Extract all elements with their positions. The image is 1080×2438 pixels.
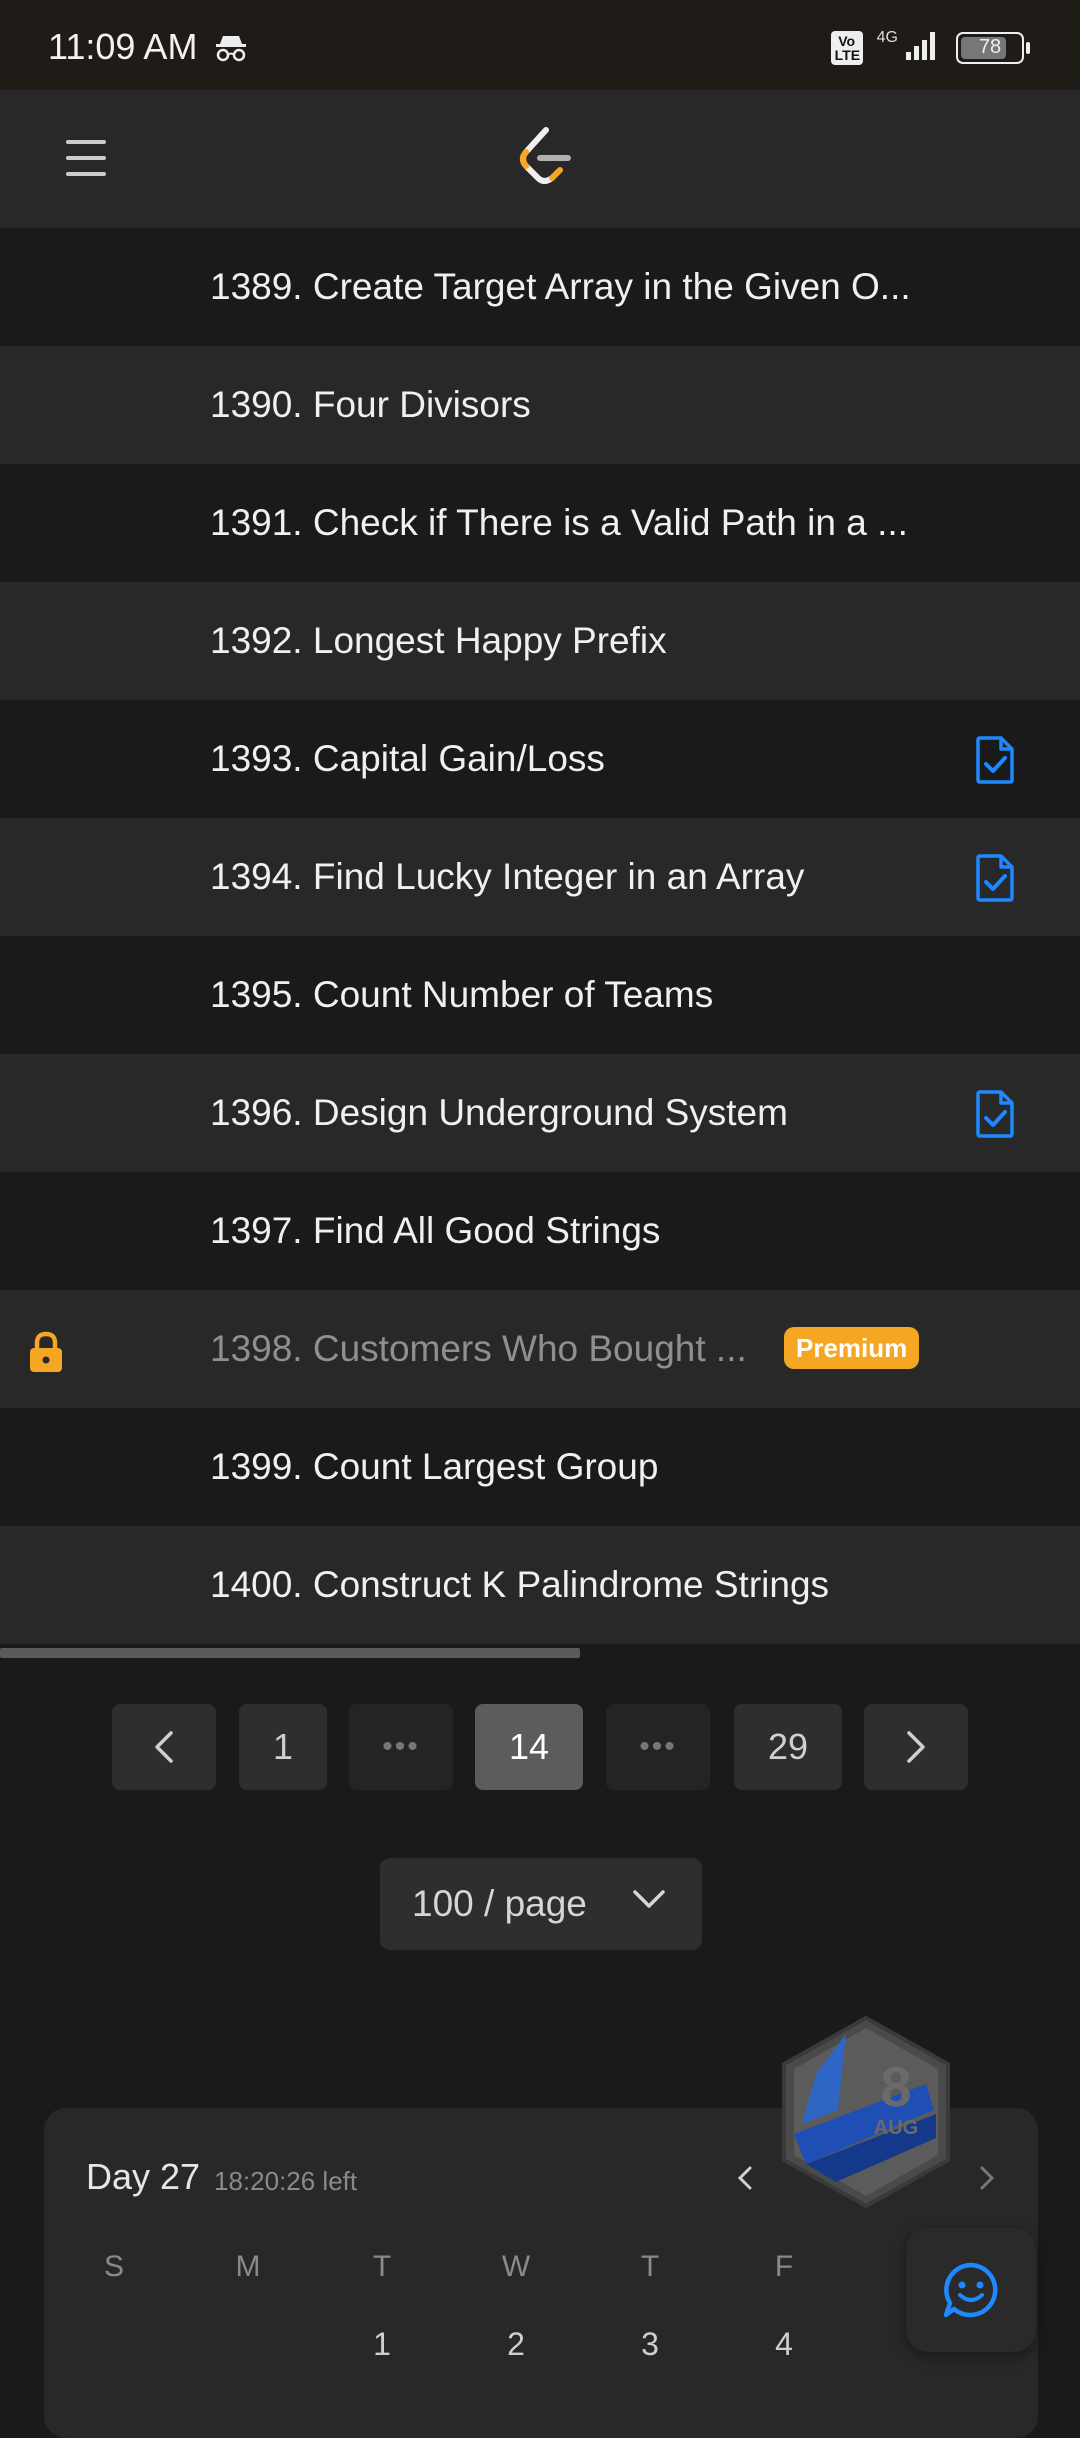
network-type: 4G	[876, 28, 898, 46]
app-bar	[0, 90, 1080, 228]
weekday-label: T	[640, 2250, 660, 2283]
page-1-button[interactable]: 1	[239, 1704, 327, 1790]
problem-title: 1399. Count Largest Group	[210, 1446, 659, 1487]
problem-row[interactable]: 1400. Construct K Palindrome Strings	[0, 1526, 1080, 1644]
badge-day: 8	[880, 2055, 911, 2118]
chevron-right-icon	[907, 1731, 925, 1763]
jump-forward-button[interactable]: •••	[606, 1704, 710, 1790]
solution-icon[interactable]	[974, 854, 1016, 907]
page-current-button[interactable]: 14	[475, 1704, 583, 1790]
problem-row[interactable]: 1396. Design Underground System	[0, 1054, 1080, 1172]
calendar-date[interactable]: 4	[754, 2326, 814, 2363]
calendar-next-month-button[interactable]	[978, 2164, 996, 2197]
jump-back-button[interactable]: •••	[349, 1704, 453, 1790]
weekday-label: M	[235, 2250, 261, 2283]
premium-badge: Premium	[784, 1327, 920, 1369]
solution-icon[interactable]	[974, 1090, 1016, 1143]
lock-icon	[26, 1330, 66, 1379]
feedback-chat-button[interactable]	[906, 2228, 1036, 2352]
weekday-label: F	[774, 2250, 794, 2283]
problem-row[interactable]: 1389. Create Target Array in the Given O…	[0, 228, 1080, 346]
problem-row[interactable]: 1395. Count Number of Teams	[0, 936, 1080, 1054]
chevron-left-icon	[155, 1731, 173, 1763]
signal-icon	[902, 30, 942, 65]
problem-title: 1397. Find All Good Strings	[210, 1210, 661, 1251]
calendar-prev-month-button[interactable]	[736, 2164, 754, 2197]
chevron-right-icon	[980, 2166, 995, 2190]
hamburger-menu-icon[interactable]	[66, 140, 106, 176]
prev-page-button[interactable]	[112, 1704, 216, 1790]
weekday-label: S	[103, 2250, 124, 2283]
problem-title: 1389. Create Target Array in the Given O…	[210, 266, 911, 307]
problem-row[interactable]: 1397. Find All Good Strings	[0, 1172, 1080, 1290]
problem-row[interactable]: 1393. Capital Gain/Loss	[0, 700, 1080, 818]
weekday-label: T	[372, 2250, 392, 2283]
smiley-chat-icon	[943, 2262, 998, 2318]
horizontal-scrollbar[interactable]	[0, 1648, 1080, 1658]
problem-row[interactable]: 1390. Four Divisors	[0, 346, 1080, 464]
badge-month: AUG	[874, 2117, 918, 2139]
weekday-label: W	[501, 2250, 531, 2283]
calendar-time-left: 18:20:26 left	[214, 2166, 358, 2196]
page-size-label: 100 / page	[412, 1883, 587, 1924]
problem-list: 1389. Create Target Array in the Given O…	[0, 228, 1080, 1644]
problem-title: 1392. Longest Happy Prefix	[210, 620, 667, 661]
calendar-date[interactable]: 3	[620, 2326, 680, 2363]
problem-title: 1396. Design Underground System	[210, 1092, 788, 1133]
problem-row[interactable]: 1399. Count Largest Group	[0, 1408, 1080, 1526]
battery-level: 78	[978, 36, 1002, 58]
problem-row[interactable]: 1391. Check if There is a Valid Path in …	[0, 464, 1080, 582]
calendar-day-label: Day 27	[86, 2156, 201, 2197]
calendar-date[interactable]: 2	[486, 2326, 546, 2363]
problem-title: 1394. Find Lucky Integer in an Array	[210, 856, 805, 897]
volte-icon: Vo LTE	[830, 30, 863, 65]
incognito-icon	[214, 34, 248, 67]
calendar-date[interactable]: 1	[352, 2326, 412, 2363]
problem-title: 1395. Count Number of Teams	[210, 974, 714, 1015]
problem-title: 1390. Four Divisors	[210, 384, 531, 425]
problem-title: 1398. Customers Who Bought ...	[210, 1328, 747, 1369]
battery-icon: 78	[956, 31, 1030, 64]
problem-title: 1393. Capital Gain/Loss	[210, 738, 605, 779]
status-time: 11:09 AM	[48, 26, 198, 67]
pagination: 1 ••• 14 ••• 29	[0, 1704, 1080, 1792]
status-bar: 11:09 AM Vo LTE 4G 78	[0, 0, 1080, 90]
chevron-down-icon	[632, 1888, 666, 1915]
problem-row[interactable]: 1394. Find Lucky Integer in an Array	[0, 818, 1080, 936]
problem-row[interactable]: 1392. Longest Happy Prefix	[0, 582, 1080, 700]
chevron-left-icon	[737, 2166, 752, 2190]
leetcode-logo[interactable]	[516, 126, 572, 193]
next-page-button[interactable]	[864, 1704, 968, 1790]
problem-title: 1391. Check if There is a Valid Path in …	[210, 502, 908, 543]
solution-icon[interactable]	[974, 736, 1016, 789]
page-size-select[interactable]: 100 / page	[380, 1858, 702, 1950]
problem-row-locked[interactable]: 1398. Customers Who Bought ... Premium	[0, 1290, 1080, 1408]
page-last-button[interactable]: 29	[734, 1704, 842, 1790]
scrollbar-thumb[interactable]	[0, 1648, 580, 1658]
daily-badge-icon[interactable]: 8 AUG	[776, 2014, 956, 2215]
problem-title: 1400. Construct K Palindrome Strings	[210, 1564, 830, 1605]
